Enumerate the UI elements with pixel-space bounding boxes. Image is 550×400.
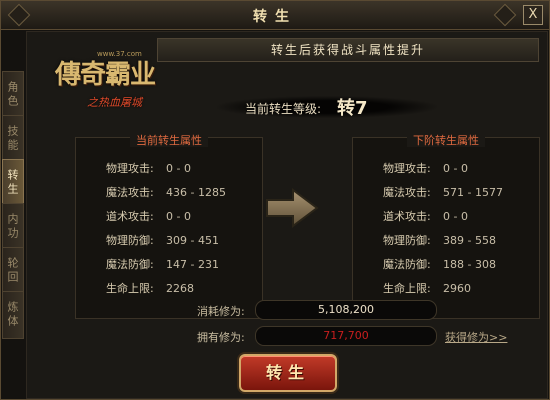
current-stats-title: 当前转生属性: [130, 134, 208, 147]
stat-name: 道术攻击:: [106, 210, 154, 223]
tab-reincarnation[interactable]: 轮回: [2, 247, 24, 295]
stat-value: 571 - 1577: [443, 186, 503, 199]
main-panel: 转生后获得战斗属性提升 www.37.com 傳奇霸业 之热血屠城 当前转生等级…: [26, 31, 548, 399]
stat-row: 道术攻击: 0 - 0: [383, 208, 503, 232]
stat-value: 2268: [166, 282, 194, 295]
stat-name: 物理攻击:: [383, 162, 431, 175]
tab-character[interactable]: 角色: [2, 71, 24, 119]
consume-value: 5,108,200: [255, 300, 437, 320]
rebirth-level-label: 当前转生等级:: [245, 102, 322, 116]
next-stats-title: 下阶转生属性: [407, 134, 485, 147]
tab-body-tempering[interactable]: 炼体: [2, 291, 24, 339]
header-banner: 转生后获得战斗属性提升: [157, 38, 539, 62]
stat-row: 物理防御: 389 - 558: [383, 232, 503, 256]
rebirth-window: 转生 X 角色 技能 转生 内功 轮回 炼体 转生后获得战斗属性提升 www.3…: [0, 0, 550, 400]
get-cultivation-link[interactable]: 获得修为>>: [445, 329, 507, 345]
stat-value: 0 - 0: [443, 210, 468, 223]
tab-inner-power[interactable]: 内功: [2, 203, 24, 251]
consume-row: 消耗修为: 5,108,200: [197, 300, 527, 320]
current-stats-panel: 当前转生属性 物理攻击: 0 - 0 魔法攻击: 436 - 1285 道术攻击: 0…: [75, 134, 263, 319]
logo-title: 傳奇霸业: [55, 60, 156, 90]
stat-value: 436 - 1285: [166, 186, 226, 199]
rebirth-level: 当前转生等级: 转7: [217, 92, 437, 122]
stat-name: 物理防御:: [106, 234, 154, 247]
stat-value: 309 - 451: [166, 234, 219, 247]
logo-subtitle: 之热血屠城: [87, 96, 142, 109]
title-bar[interactable]: 转生 X: [1, 1, 549, 30]
stat-row: 道术攻击: 0 - 0: [106, 208, 226, 232]
tab-skills[interactable]: 技能: [2, 115, 24, 163]
stat-row: 魔法防御: 188 - 308: [383, 256, 503, 280]
stat-name: 魔法攻击:: [383, 186, 431, 199]
rebirth-button[interactable]: 转生: [239, 354, 337, 392]
stat-name: 魔法攻击:: [106, 186, 154, 199]
stat-value: 188 - 308: [443, 258, 496, 271]
rebirth-level-value: 转7: [337, 98, 368, 119]
stat-name: 道术攻击:: [383, 210, 431, 223]
have-value: 717,700: [255, 326, 437, 346]
tab-rebirth[interactable]: 转生: [2, 159, 24, 207]
stat-name: 魔法防御:: [383, 258, 431, 271]
stat-value: 2960: [443, 282, 471, 295]
stat-row: 魔法攻击: 571 - 1577: [383, 184, 503, 208]
stat-name: 物理防御:: [383, 234, 431, 247]
stat-name: 物理攻击:: [106, 162, 154, 175]
stat-name: 生命上限:: [106, 282, 154, 295]
stat-value: 0 - 0: [166, 162, 191, 175]
right-arrow-icon: [266, 188, 319, 228]
stat-row: 魔法防御: 147 - 231: [106, 256, 226, 280]
have-label: 拥有修为:: [197, 331, 245, 344]
stat-row: 魔法攻击: 436 - 1285: [106, 184, 226, 208]
stat-value: 0 - 0: [166, 210, 191, 223]
stat-name: 魔法防御:: [106, 258, 154, 271]
stat-value: 389 - 558: [443, 234, 496, 247]
stat-row: 物理防御: 309 - 451: [106, 232, 226, 256]
game-logo: www.37.com 傳奇霸业 之热血屠城: [55, 50, 175, 116]
stat-value: 0 - 0: [443, 162, 468, 175]
next-stats-panel: 下阶转生属性 物理攻击: 0 - 0 魔法攻击: 571 - 1577 道术攻击: 0…: [352, 134, 540, 319]
consume-label: 消耗修为:: [197, 305, 245, 318]
window-title: 转生: [253, 9, 297, 25]
stat-row: 物理攻击: 0 - 0: [383, 160, 503, 184]
close-button[interactable]: X: [523, 5, 543, 25]
have-row: 拥有修为: 717,700 获得修为>>: [197, 326, 527, 346]
stat-row: 物理攻击: 0 - 0: [106, 160, 226, 184]
stat-value: 147 - 231: [166, 258, 219, 271]
stat-name: 生命上限:: [383, 282, 431, 295]
